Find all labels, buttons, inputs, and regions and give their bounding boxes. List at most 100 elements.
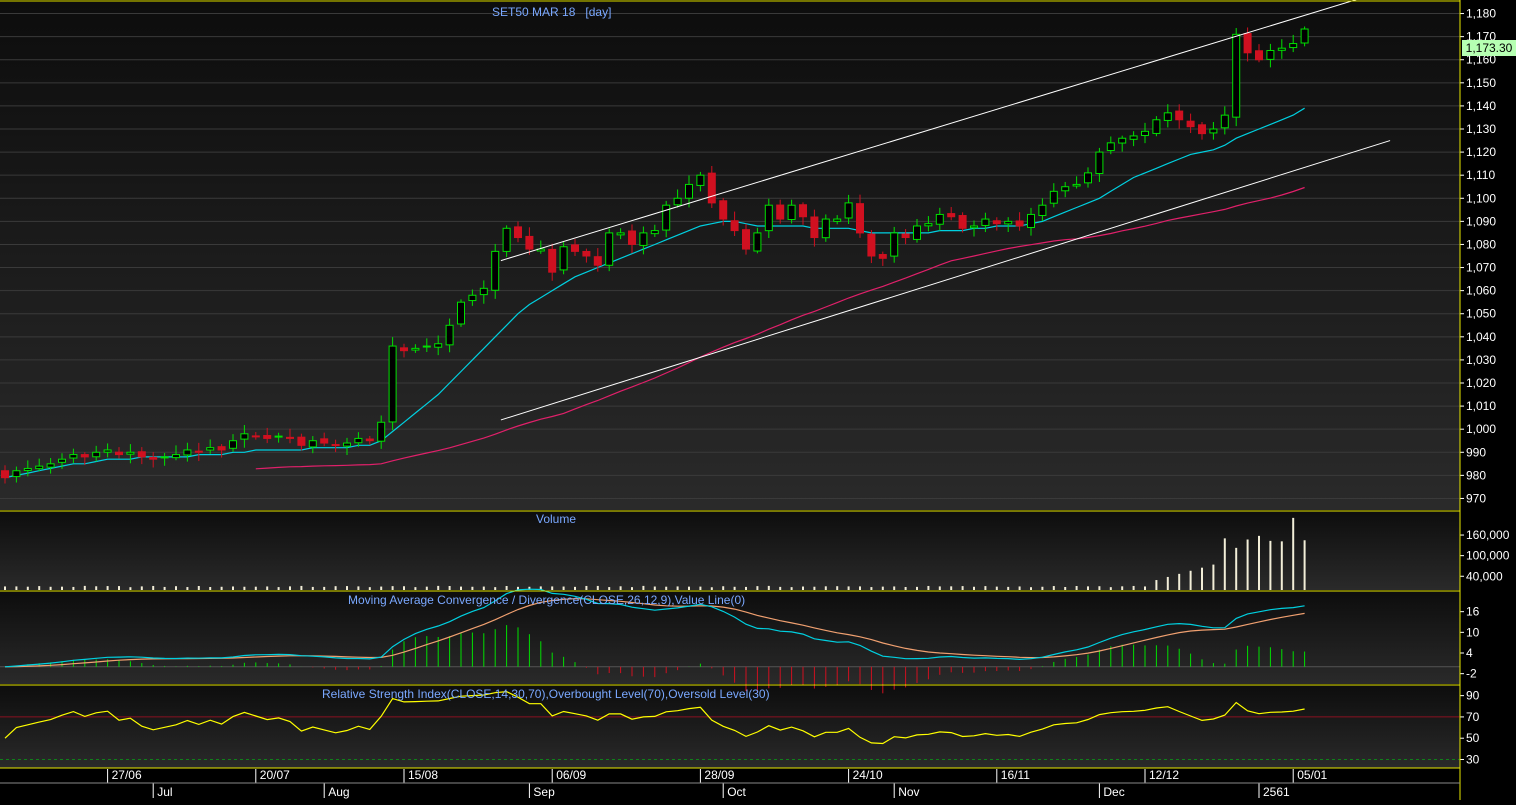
candle-body (833, 218, 842, 222)
candle-body (354, 437, 363, 444)
candle-body (58, 458, 66, 463)
price-tick-label: 1,180 (1466, 7, 1496, 21)
candle-body (639, 232, 648, 246)
rsi-tick-label: 90 (1466, 689, 1480, 703)
candle-body (924, 223, 933, 227)
chart-svg[interactable]: 970 980 990 1,000 1,010 1,020 1,030 1,040 1,050 1… (0, 0, 1516, 800)
candle-body (388, 345, 397, 423)
candle-body (23, 467, 32, 471)
candle-body (411, 347, 420, 351)
candle-body (1061, 186, 1070, 192)
candle-body (776, 204, 785, 220)
macd-pane-title: Moving Average Convergence / Divergence(… (348, 593, 746, 607)
price-tick-label: 1,060 (1466, 284, 1496, 298)
macd-tick-label: 10 (1466, 625, 1480, 639)
candle-body (35, 465, 44, 470)
candle-body (913, 225, 921, 240)
candle-body (856, 203, 864, 234)
x-date-label: 24/10 (853, 768, 883, 782)
candle-body (1049, 190, 1058, 204)
candle-body (1072, 183, 1081, 187)
price-tick-label: 1,050 (1466, 307, 1496, 321)
price-tick-label: 1,100 (1466, 191, 1496, 205)
candle-body (274, 435, 283, 438)
candle-body (525, 235, 534, 250)
candle-body (217, 446, 226, 451)
candle-body (400, 347, 408, 352)
x-date-label: 05/01 (1297, 768, 1327, 782)
candle-body (183, 449, 192, 456)
candle-body (685, 183, 693, 199)
candle-body (206, 447, 215, 451)
x-month-label: Dec (1103, 785, 1124, 799)
candle-body (297, 436, 306, 446)
period-label: [day] (585, 5, 612, 19)
candle-body (707, 172, 716, 204)
vol-pane-background (0, 511, 1460, 590)
macd-tick-label: -2 (1466, 667, 1477, 681)
x-date-label: 12/12 (1149, 768, 1179, 782)
candle-body (571, 244, 579, 252)
price-tick-label: 1,120 (1466, 145, 1496, 159)
candle-body (1118, 137, 1127, 144)
candle-body (719, 200, 728, 220)
volume-pane-title: Volume (536, 512, 577, 526)
candle-body (559, 246, 568, 271)
candle-body (514, 226, 522, 239)
price-tick-label: 1,070 (1466, 261, 1496, 275)
x-date-label: 06/09 (556, 768, 586, 782)
volume-tick-label: 160,000 (1466, 528, 1510, 542)
candle-body (1027, 213, 1035, 228)
candle-body (365, 438, 374, 442)
candle-body (126, 451, 135, 455)
x-date-label: 16/11 (1001, 768, 1030, 782)
candle-body (308, 440, 317, 448)
candle-body (970, 225, 978, 229)
candle-body (12, 470, 21, 478)
candle-body (137, 451, 146, 458)
candle-body (229, 440, 237, 449)
candle-body (1152, 119, 1161, 134)
candle-body (422, 345, 431, 348)
candle-body (46, 463, 55, 468)
candle-body (1198, 124, 1206, 135)
last-price-badge: 1,173.30 (1462, 40, 1516, 56)
price-tick-label: 1,010 (1466, 399, 1496, 413)
candle-body (753, 232, 762, 252)
chart-stage: 970 980 990 1,000 1,010 1,020 1,030 1,040 1,050 1… (0, 0, 1516, 800)
candle-body (650, 230, 659, 235)
price-tick-label: 980 (1466, 468, 1486, 482)
candle-body (1038, 204, 1047, 216)
price-tick-label: 970 (1466, 491, 1486, 505)
price-chart-title: SET50 MAR 18 [day] (492, 5, 611, 19)
candle-body (92, 451, 101, 458)
x-month-label: Aug (328, 785, 349, 799)
rsi-tick-label: 30 (1466, 752, 1480, 766)
candle-body (1232, 33, 1241, 118)
candle-body (878, 254, 887, 259)
candle-body (867, 233, 876, 257)
candle-body (1289, 43, 1298, 49)
candle-body (1243, 33, 1252, 54)
rsi-tick-label: 70 (1466, 710, 1480, 724)
candle-body (1129, 135, 1138, 140)
rsi-tick-label: 50 (1466, 731, 1480, 745)
price-tick-label: 1,030 (1466, 353, 1496, 367)
candle-body (69, 454, 78, 459)
candle-body (115, 451, 123, 456)
candle-body (1015, 220, 1024, 227)
price-tick-label: 1,110 (1466, 168, 1495, 182)
candle-body (890, 232, 899, 257)
price-tick-label: 1,020 (1466, 376, 1496, 390)
candle-body (1300, 28, 1309, 44)
candle-body (935, 213, 944, 225)
candle-body (1163, 112, 1172, 121)
candle-body (1095, 151, 1104, 175)
candle-body (1106, 142, 1115, 152)
candle-body (286, 436, 294, 439)
price-tick-label: 1,040 (1466, 330, 1496, 344)
price-tick-label: 1,080 (1466, 237, 1496, 251)
x-month-label: Sep (533, 785, 555, 799)
candle-body (696, 174, 705, 186)
candle-body (582, 250, 591, 257)
